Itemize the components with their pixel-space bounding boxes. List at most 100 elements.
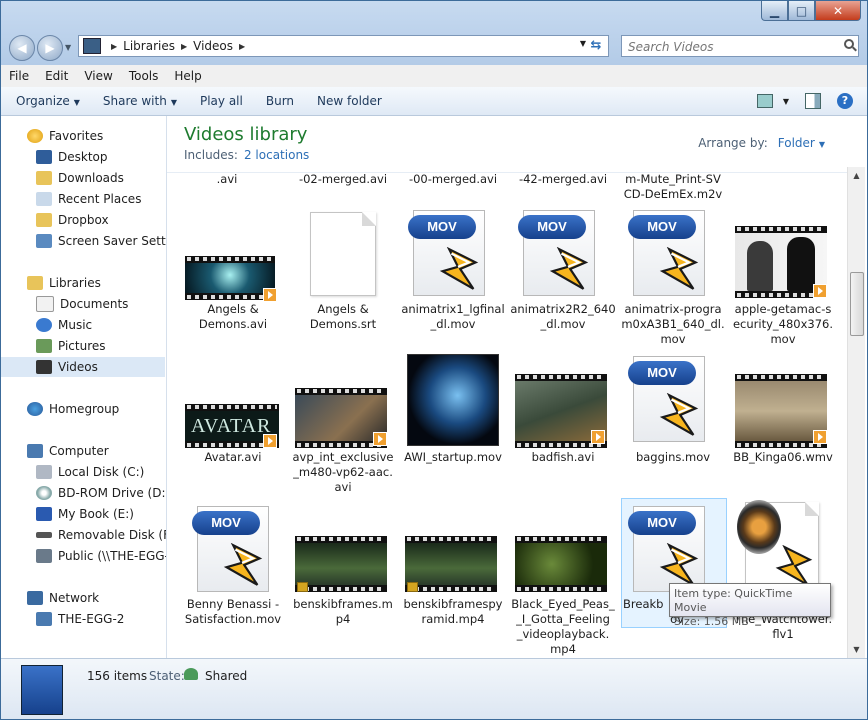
organize-button[interactable]: Organize ▼ [16, 94, 80, 108]
scroll-down-icon[interactable]: ▼ [848, 641, 865, 658]
address-bar[interactable]: ▶ Libraries ▶ Videos ▶ ▼ ⇆ [78, 35, 609, 57]
chevron-right-icon[interactable]: ▶ [111, 42, 117, 51]
chevron-right-icon[interactable]: ▶ [239, 42, 245, 51]
document-icon[interactable] [310, 212, 376, 296]
nav-public-share[interactable]: Public (\\THE-EGG-2 [36, 546, 166, 566]
nav-desktop[interactable]: Desktop [36, 147, 108, 167]
library-includes: Includes: 2 locations [184, 148, 310, 162]
file-label-partial[interactable]: .avi [177, 172, 277, 187]
hard-drive-icon [36, 465, 52, 479]
nav-libraries[interactable]: Libraries [27, 273, 101, 293]
arrange-by-dropdown[interactable]: Folder ▼ [778, 136, 825, 150]
chevron-down-icon: ▼ [170, 98, 177, 107]
scroll-thumb[interactable] [850, 272, 864, 336]
nav-removable-disk[interactable]: Removable Disk (F:) [36, 525, 166, 545]
nav-homegroup[interactable]: Homegroup [27, 399, 119, 419]
search-input[interactable] [626, 37, 830, 57]
video-thumbnail[interactable] [515, 536, 607, 592]
nav-recent-places[interactable]: Recent Places [36, 189, 141, 209]
share-with-button[interactable]: Share with ▼ [103, 94, 177, 108]
change-view-button[interactable]: ▼ [756, 94, 789, 108]
file-label[interactable]: Angels & Demons.avi [177, 302, 289, 332]
nav-documents[interactable]: Documents [36, 294, 128, 314]
search-box[interactable] [621, 35, 859, 57]
play-overlay-icon [591, 430, 605, 444]
forward-button[interactable]: ▶ [37, 35, 63, 61]
nav-network[interactable]: Network [27, 588, 99, 608]
nav-my-book[interactable]: My Book (E:) [36, 504, 134, 524]
nav-videos[interactable]: Videos [1, 357, 165, 377]
maximize-button[interactable]: □ [788, 1, 815, 21]
file-label[interactable]: animatrix1_lgfinal _dl.mov [397, 302, 509, 332]
file-label[interactable]: animatrix2R2_640 _dl.mov [507, 302, 619, 332]
quicktime-file-icon[interactable]: MOV [628, 356, 705, 442]
quicktime-file-icon[interactable]: MOV [518, 210, 595, 296]
nav-buttons: ◀ ▶ ▼ [9, 35, 75, 61]
back-button[interactable]: ◀ [9, 35, 35, 61]
menu-view[interactable]: View [76, 69, 120, 83]
nav-favorites[interactable]: Favorites [27, 126, 103, 146]
lock-icon [407, 582, 418, 592]
burn-button[interactable]: Burn [266, 94, 294, 108]
video-thumbnail[interactable] [295, 536, 387, 592]
address-dropdown-icon[interactable]: ▼ [580, 39, 586, 48]
file-label-partial[interactable]: -42-merged.avi [513, 172, 613, 187]
view-icon [756, 94, 773, 108]
file-label[interactable]: animatrix-progra m0xA3B1_640_dl. mov [617, 302, 729, 347]
window-controls: ▁ □ ✕ [761, 1, 861, 21]
nav-downloads[interactable]: Downloads [36, 168, 124, 188]
file-label[interactable]: badfish.avi [507, 450, 619, 465]
file-label[interactable]: Black_Eyed_Peas_ _I_Gotta_Feeling _video… [507, 597, 619, 657]
scroll-up-icon[interactable]: ▲ [848, 167, 865, 184]
recent-pages-dropdown[interactable]: ▼ [65, 35, 75, 59]
new-folder-button[interactable]: New folder [317, 94, 382, 108]
vertical-scrollbar[interactable]: ▲ ▼ [847, 167, 865, 658]
nav-pictures[interactable]: Pictures [36, 336, 106, 356]
menu-edit[interactable]: Edit [37, 69, 76, 83]
menu-file[interactable]: File [1, 69, 37, 83]
file-label[interactable]: Avatar.avi [177, 450, 289, 465]
nav-the-egg-2[interactable]: THE-EGG-2 [36, 609, 124, 629]
file-label[interactable]: avp_int_exclusive _m480-vp62-aac. avi [287, 450, 399, 495]
nav-screen-saver[interactable]: Screen Saver Setting [36, 231, 166, 251]
file-label[interactable]: benskibframespy ramid.mp4 [397, 597, 509, 627]
file-label[interactable]: baggins.mov [617, 450, 729, 465]
quicktime-file-icon[interactable]: MOV [628, 210, 705, 296]
file-label[interactable]: Angels & Demons.srt [287, 302, 399, 332]
video-thumbnail[interactable] [407, 354, 499, 446]
nav-bd-rom[interactable]: BD-ROM Drive (D:) A [36, 483, 166, 503]
menu-help[interactable]: Help [166, 69, 209, 83]
minimize-button[interactable]: ▁ [761, 1, 788, 21]
video-thumbnail[interactable] [405, 536, 497, 592]
quicktime-file-icon[interactable]: MOV [408, 210, 485, 296]
nav-music[interactable]: Music [36, 315, 92, 335]
video-thumbnail[interactable] [185, 256, 275, 300]
menu-tools[interactable]: Tools [121, 69, 167, 83]
refresh-icon[interactable]: ⇆ [588, 38, 604, 54]
play-all-button[interactable]: Play all [200, 94, 243, 108]
file-label-partial[interactable]: -02-merged.avi [293, 172, 393, 187]
file-label[interactable]: apple-getamac-s ecurity_480x376. mov [727, 302, 839, 347]
tooltip-type: Item type: QuickTime Movie [674, 587, 793, 614]
quicktime-file-icon[interactable]: MOV [192, 506, 269, 592]
breadcrumb-videos[interactable]: Videos [193, 39, 233, 53]
breadcrumb-libraries[interactable]: Libraries [123, 39, 175, 53]
chevron-right-icon[interactable]: ▶ [181, 42, 187, 51]
help-icon[interactable]: ? [837, 93, 853, 109]
quicktime-file-icon[interactable]: MOV [628, 506, 705, 592]
file-label-partial[interactable]: -00-merged.avi [403, 172, 503, 187]
file-label[interactable]: BB_Kinga06.wmv [727, 450, 839, 465]
file-label[interactable]: benskibframes.m p4 [287, 597, 399, 627]
quicktime-bolt-icon [775, 545, 813, 586]
file-label-partial[interactable]: m-Mute_Print-SV CD-DeEmEx.m2v [623, 172, 723, 202]
file-label[interactable]: Benny Benassi - Satisfaction.mov [177, 597, 289, 627]
file-label[interactable]: AWI_startup.mov [397, 450, 509, 465]
nav-computer[interactable]: Computer [27, 441, 109, 461]
file-label[interactable]: Breakb [623, 597, 663, 612]
nav-dropbox[interactable]: Dropbox [36, 210, 109, 230]
preview-pane-icon[interactable] [805, 93, 821, 109]
nav-local-disk[interactable]: Local Disk (C:) [36, 462, 144, 482]
search-icon[interactable] [844, 39, 854, 49]
close-button[interactable]: ✕ [815, 1, 861, 21]
locations-link[interactable]: 2 locations [244, 148, 309, 162]
